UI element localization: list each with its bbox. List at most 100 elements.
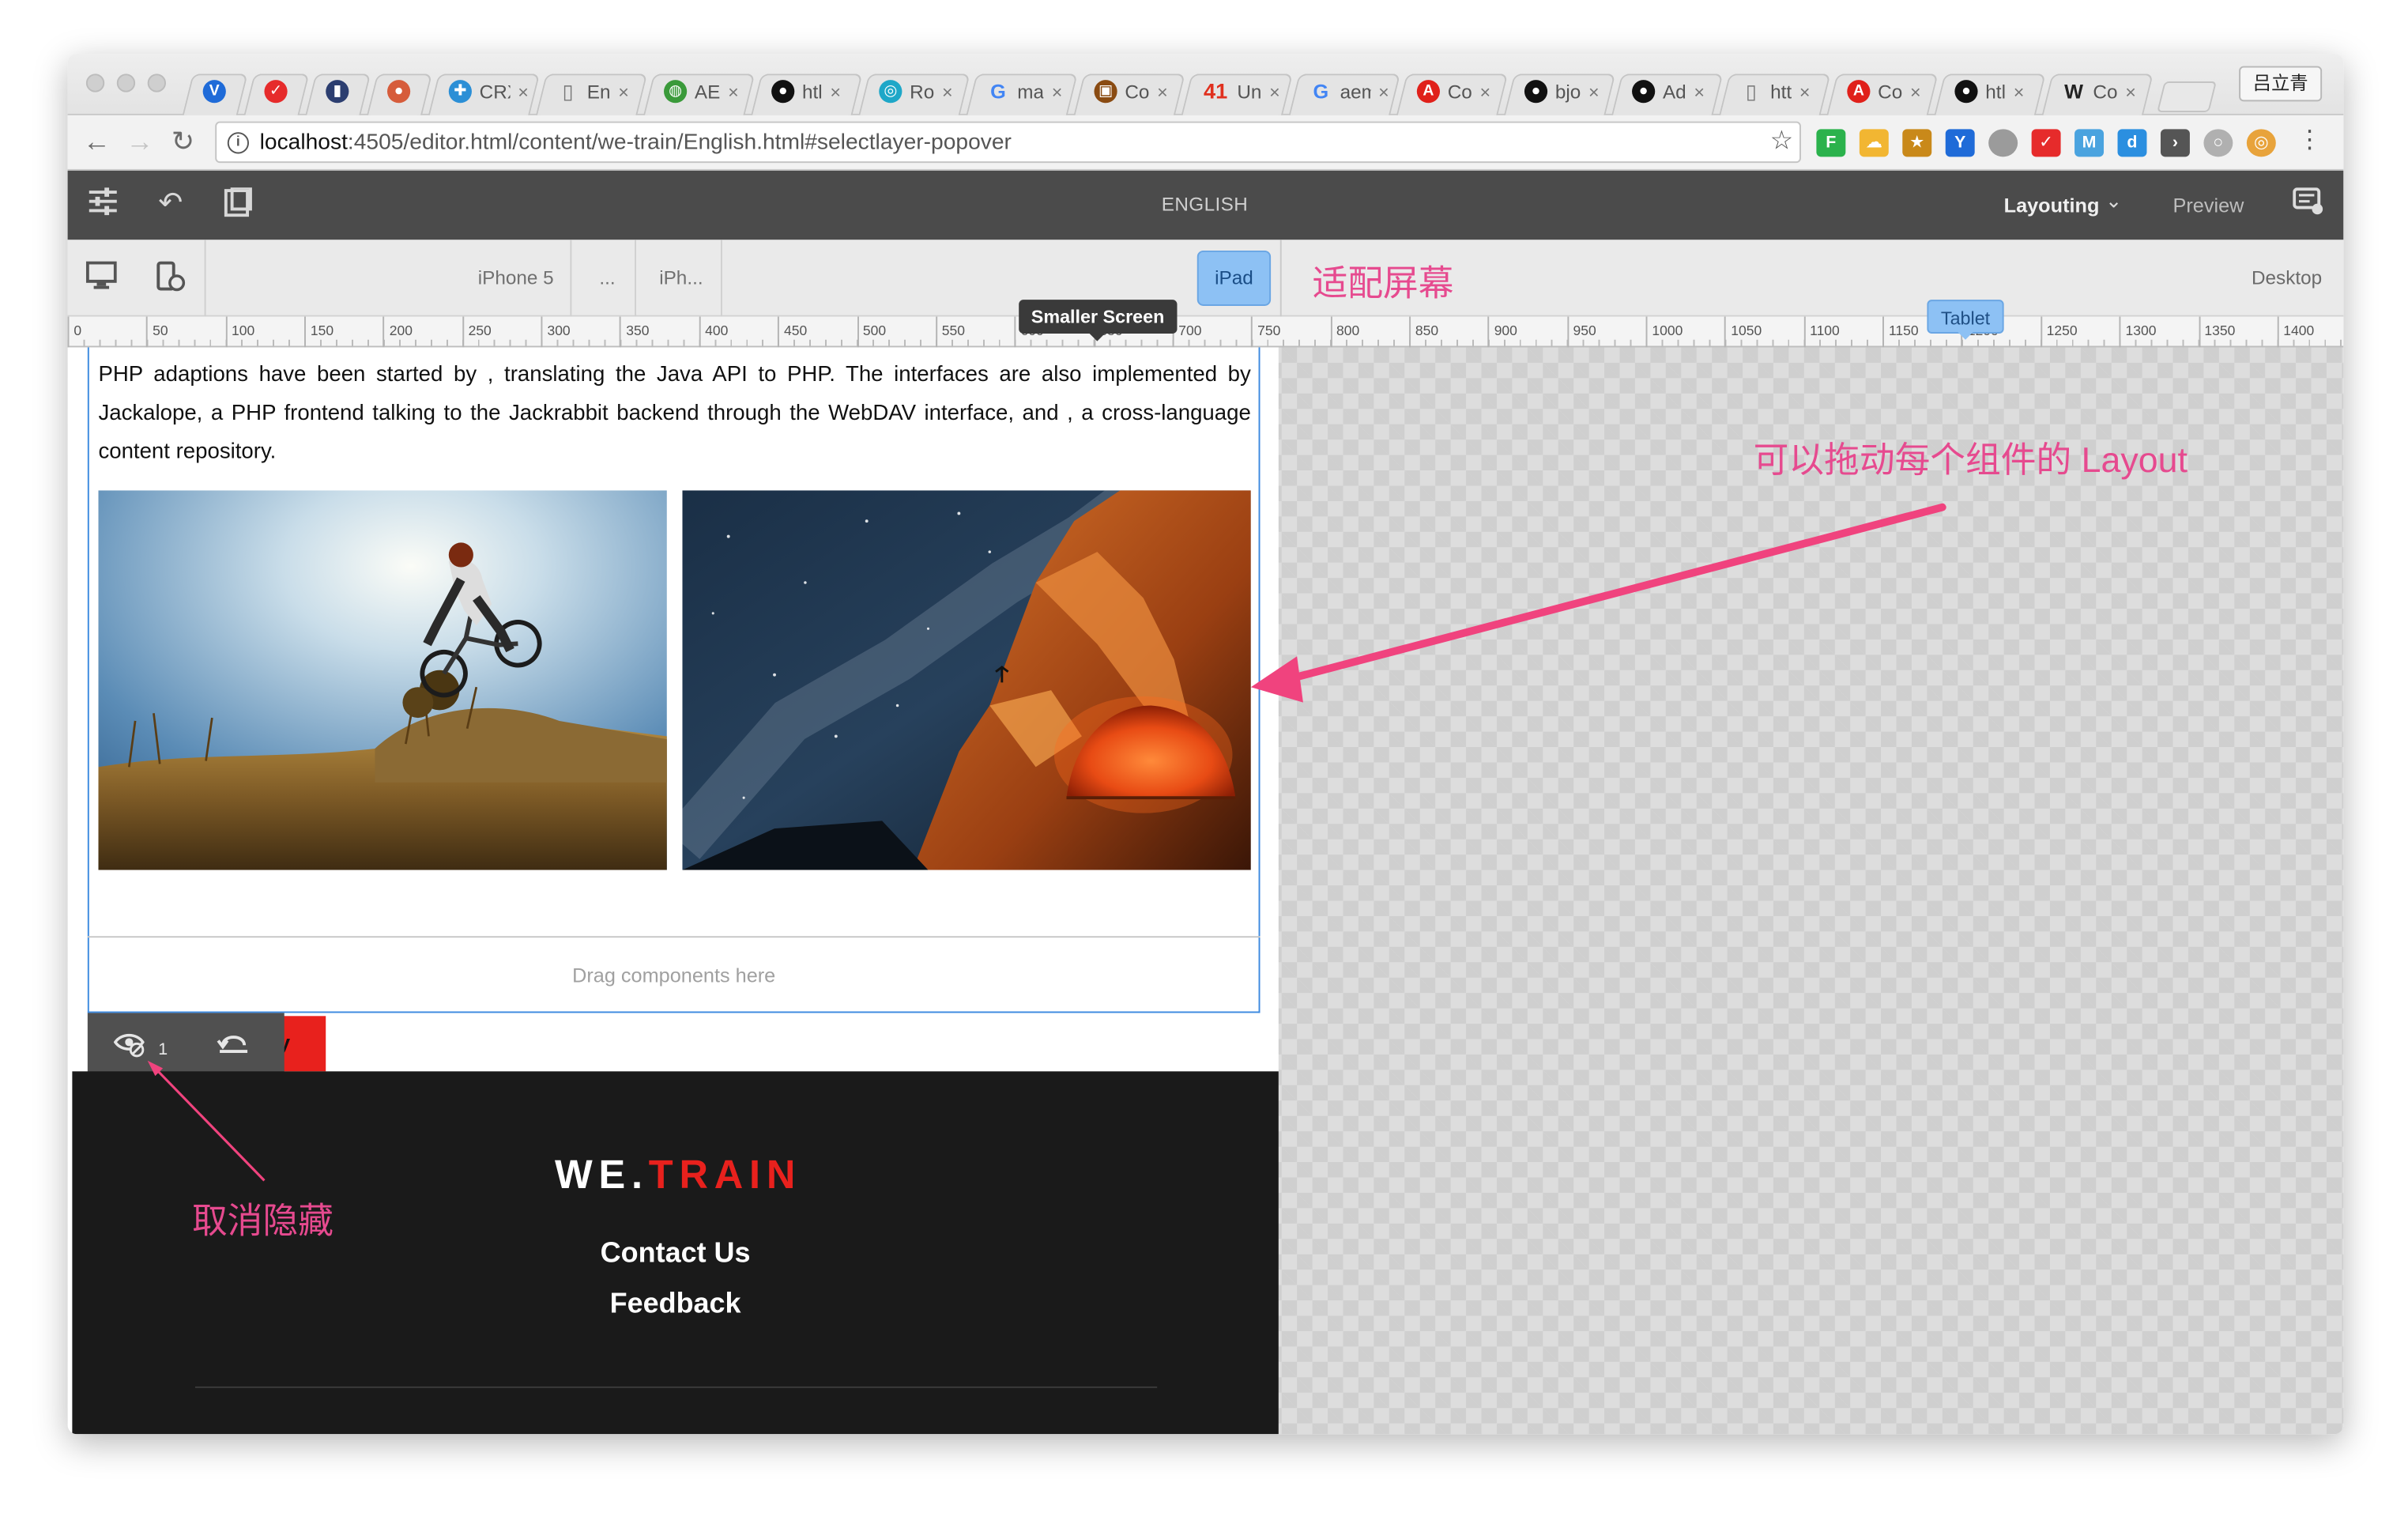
close-tab-icon[interactable]: ×	[1480, 81, 1491, 102]
tab-title: CRXD	[479, 81, 511, 103]
mode-selector[interactable]: Layouting	[2004, 194, 2100, 217]
close-tab-icon[interactable]: ×	[1157, 81, 1168, 102]
device-more[interactable]: ...	[599, 267, 615, 289]
close-tab-icon[interactable]: ×	[518, 81, 529, 102]
revert-layout-icon[interactable]	[217, 1030, 251, 1062]
browser-tab[interactable]: Gma ×	[968, 68, 1076, 115]
profile-button[interactable]: 吕立青	[2239, 66, 2323, 102]
width-ruler: 1400135013001250120011501100105010009509…	[67, 300, 2344, 348]
undo-icon[interactable]: ↶	[153, 187, 187, 221]
close-tab-icon[interactable]: ×	[830, 81, 841, 102]
vivaldi-ext-icon[interactable]: Y	[1945, 129, 1975, 157]
browser-tab[interactable]: A Co ×	[1398, 68, 1505, 115]
device-iphone-other[interactable]: iPh...	[659, 267, 703, 289]
address-bar[interactable]: i localhost:4505/editor.html/content/we-…	[215, 121, 1801, 164]
close-tab-icon[interactable]: ×	[1799, 81, 1811, 102]
browser-tab[interactable]: ◍ AE ×	[646, 68, 753, 115]
bike-jump-image[interactable]	[98, 490, 667, 870]
close-tab-icon[interactable]: ×	[618, 81, 629, 102]
arrow-ext-icon[interactable]: ›	[2160, 129, 2190, 157]
ruler-tick-label: 150	[304, 316, 334, 348]
minimize-window-button[interactable]	[116, 74, 136, 92]
ruler-tick-label: 500	[857, 316, 886, 348]
browser-tab[interactable]: ▣ Co ×	[1076, 68, 1183, 115]
we-train-logo[interactable]: WE.TRAIN	[555, 1151, 801, 1198]
feedly-icon[interactable]: F	[1816, 129, 1846, 157]
browser-tab[interactable]: ◎ Ro ×	[861, 68, 968, 115]
text-paragraph[interactable]: PHP adaptions have been started by , tra…	[98, 357, 1250, 472]
star-ext-icon[interactable]: ★	[1902, 129, 1932, 157]
orange-ring-icon[interactable]: ◎	[2246, 129, 2276, 157]
new-tab-button[interactable]	[2157, 81, 2217, 112]
browser-tab[interactable]: ▯ En ×	[538, 68, 646, 115]
firefox-icon: ●	[387, 80, 411, 104]
browser-menu-icon[interactable]: ⋮	[2297, 125, 2322, 156]
side-panel-toggle-icon[interactable]	[86, 187, 120, 221]
tablet-breakpoint-marker[interactable]: Tablet	[1927, 300, 2004, 340]
grey-dot-icon[interactable]	[1988, 129, 2018, 157]
aem-editor-header: ↶ ENGLISH Layouting ⌄ Preview	[67, 170, 2344, 240]
browser-tab[interactable]: W Co ×	[2044, 68, 2151, 115]
close-tab-icon[interactable]: ×	[1052, 81, 1063, 102]
close-tab-icon[interactable]: ×	[942, 81, 953, 102]
browser-tab[interactable]: ✓	[246, 68, 307, 115]
browser-tab[interactable]: V	[184, 68, 246, 115]
device-rotate-icon[interactable]	[153, 261, 187, 296]
drag-components-dropzone[interactable]: Drag components here	[87, 936, 1261, 1013]
logo-text-we: WE.	[554, 1151, 649, 1198]
gmail-ext-icon[interactable]: M	[2074, 129, 2105, 157]
url-host: localhost	[259, 130, 348, 155]
browser-tab[interactable]: ● htl ×	[753, 68, 861, 115]
forward-arrow-icon[interactable]: →	[123, 125, 157, 159]
night-tent-image[interactable]	[682, 490, 1251, 870]
reload-icon[interactable]: ↻	[166, 125, 200, 159]
hidden-components-toolbar: 1	[87, 1013, 285, 1081]
close-tab-icon[interactable]: ×	[1910, 81, 1921, 102]
emulator-width-divider[interactable]	[1279, 240, 1282, 317]
device-iphone5[interactable]: iPhone 5	[478, 267, 554, 289]
tab-title: Co	[1125, 81, 1150, 103]
device-desktop[interactable]: Desktop	[2252, 267, 2322, 289]
chevron-down-icon[interactable]: ⌄	[2105, 189, 2122, 213]
close-tab-icon[interactable]: ×	[1378, 81, 1389, 102]
zoom-window-button[interactable]	[147, 74, 167, 92]
browser-tab[interactable]: ●	[369, 68, 431, 115]
dict-ext-icon[interactable]: d	[2117, 129, 2147, 157]
preview-button[interactable]: Preview	[2173, 194, 2244, 217]
ruler-tick-label: 1400	[2277, 316, 2314, 348]
close-tab-icon[interactable]: ×	[728, 81, 739, 102]
close-tab-icon[interactable]: ×	[1694, 81, 1705, 102]
close-window-button[interactable]	[85, 74, 105, 92]
annotation-fit-screen: 适配屏幕	[1312, 262, 1454, 304]
ruler-tick-label: 800	[1330, 316, 1359, 348]
bookmark-star-icon[interactable]: ☆	[1770, 126, 1794, 157]
browser-toolbar: ← → ↻ i localhost:4505/editor.html/conte…	[67, 115, 2344, 171]
desktop-monitor-icon[interactable]	[85, 261, 119, 296]
cloud-icon[interactable]: ☁	[1859, 129, 1889, 157]
ruler-tick-label: 50	[146, 316, 168, 348]
browser-tab[interactable]: ▯ htt ×	[1721, 68, 1829, 115]
show-hidden-eye-icon[interactable]	[113, 1030, 145, 1066]
browser-tab[interactable]: ● htl ×	[1936, 68, 2044, 115]
page-properties-icon[interactable]	[221, 186, 255, 221]
ruler-tick-label: 450	[778, 316, 807, 348]
info-icon[interactable]: i	[227, 131, 250, 153]
back-arrow-icon[interactable]: ←	[80, 125, 114, 159]
todoist-ext-icon[interactable]: ✓	[2031, 129, 2061, 157]
close-tab-icon[interactable]: ×	[2125, 81, 2136, 102]
browser-tab[interactable]: 41 Un ×	[1183, 68, 1291, 115]
browser-tab[interactable]: A Co ×	[1829, 68, 1936, 115]
browser-tab[interactable]: ● bjo ×	[1506, 68, 1614, 115]
device-ipad-button[interactable]: iPad	[1196, 250, 1272, 306]
browser-tab[interactable]: Gaem ×	[1291, 68, 1398, 115]
feedback-link[interactable]: Feedback	[72, 1287, 1278, 1321]
close-tab-icon[interactable]: ×	[1269, 81, 1280, 102]
annotations-icon[interactable]	[2291, 187, 2325, 221]
browser-tab[interactable]: ▮	[307, 68, 369, 115]
browser-tab[interactable]: ● Ad ×	[1614, 68, 1721, 115]
close-tab-icon[interactable]: ×	[2014, 81, 2025, 102]
grey-circle-icon[interactable]: ○	[2203, 129, 2233, 157]
browser-tab[interactable]: ✚ CRXD ×	[430, 68, 537, 115]
github-icon: ●	[1524, 80, 1548, 104]
close-tab-icon[interactable]: ×	[1588, 81, 1600, 102]
